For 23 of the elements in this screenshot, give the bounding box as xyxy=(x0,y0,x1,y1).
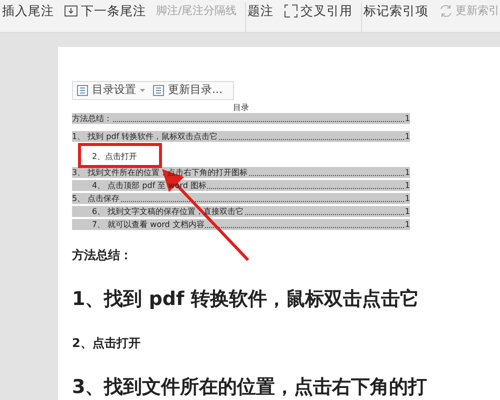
toc-entry[interactable]: 5、 点击保存 1 xyxy=(72,193,410,204)
step-heading: 3、找到文件所在的位置，点击右下角的打 xyxy=(72,374,428,400)
toolbar-button[interactable]: 交叉引用 xyxy=(284,2,353,20)
toc-toolbar-button[interactable]: 更新目录... xyxy=(149,82,226,99)
caret-icon xyxy=(140,88,145,92)
section-heading: 方法总结： xyxy=(72,247,133,264)
toc-entry[interactable]: 1、 找到 pdf 转换软件，鼠标双击点击它 1 xyxy=(72,131,410,142)
toc-title: 目录 xyxy=(232,102,250,113)
toc-entry[interactable]: 方法总结： 1 xyxy=(72,113,410,124)
toc-entry[interactable]: 7、 就可以查看 word 文档内容 1 xyxy=(72,219,410,230)
step-heading: 1、找到 pdf 转换软件，鼠标双击点击它 xyxy=(72,286,420,312)
section-heading: 2、点击打开 xyxy=(72,335,142,352)
toc-entry[interactable]: 6、 找到文字文稿的保存位置，直接双击它 1 xyxy=(72,206,410,217)
toolbar-button[interactable]: 题注 xyxy=(248,2,274,20)
toolbar-button[interactable]: 标记索引项 xyxy=(364,2,429,20)
bracket-frame-icon xyxy=(284,4,298,18)
refresh-icon xyxy=(438,4,453,18)
toolbar-button[interactable]: 插入尾注 xyxy=(2,2,54,20)
toolbar-button[interactable]: 下一条尾注 xyxy=(64,2,146,20)
insert-box-icon xyxy=(64,4,78,18)
toc-toolbar-button[interactable]: 目录设置 xyxy=(73,82,149,99)
list-icon xyxy=(77,85,88,96)
list-icon xyxy=(153,85,164,96)
